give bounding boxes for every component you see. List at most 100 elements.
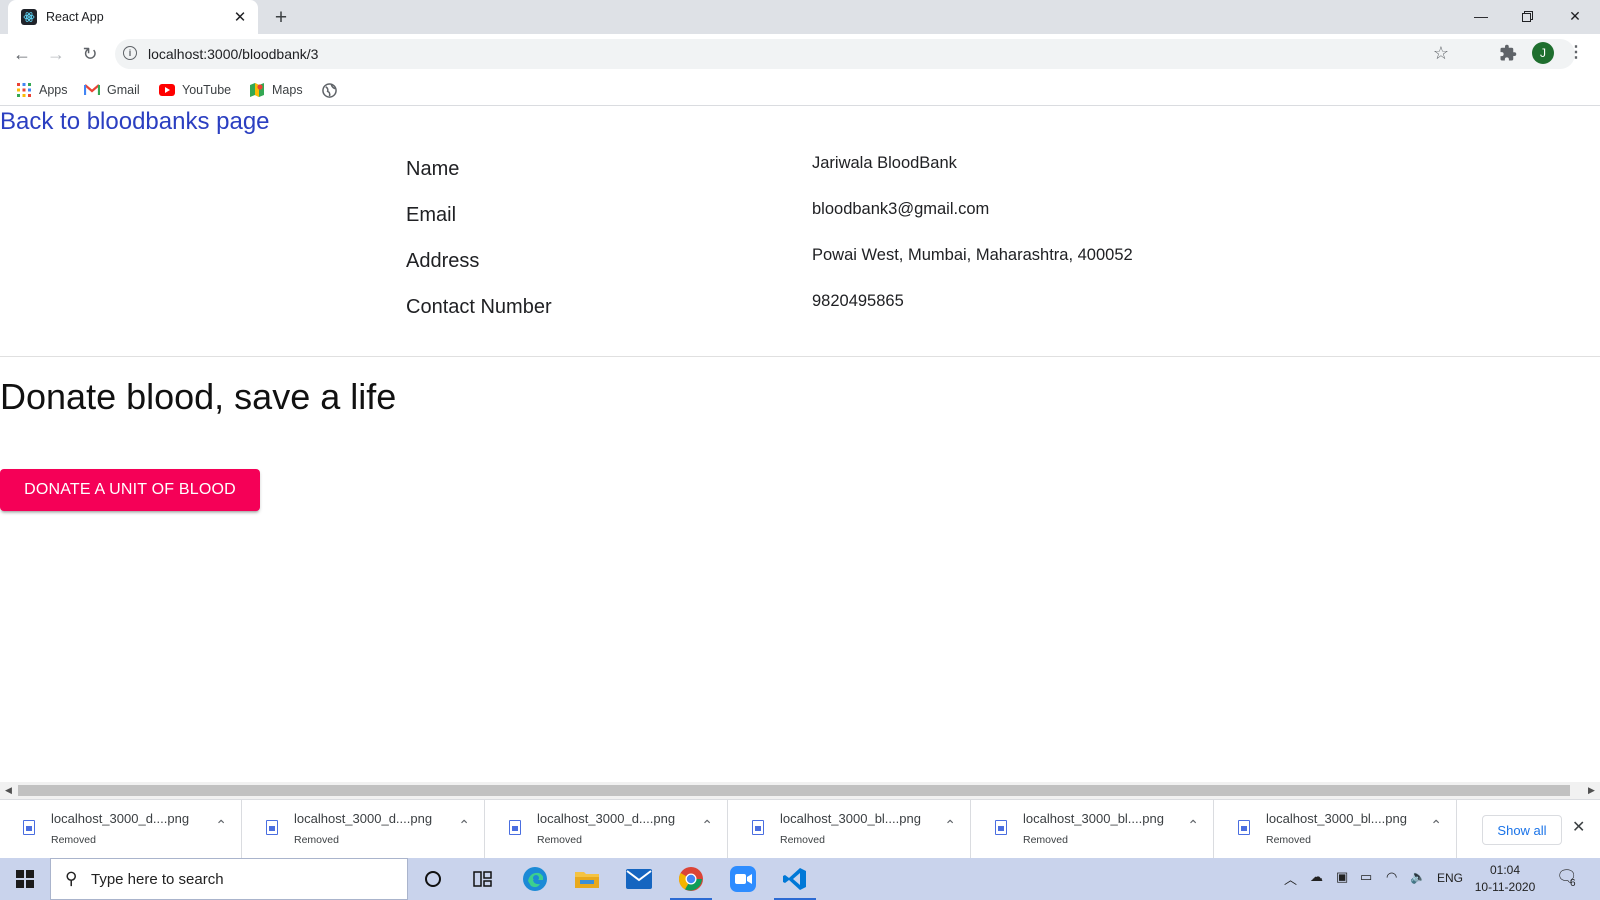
system-clock[interactable]: 01:04 10-11-2020 bbox=[1465, 862, 1545, 896]
bookmark-label: Gmail bbox=[107, 83, 140, 97]
clock-date: 10-11-2020 bbox=[1474, 880, 1536, 894]
show-all-downloads-button[interactable]: Show all bbox=[1482, 815, 1562, 845]
minimize-icon[interactable]: — bbox=[1458, 0, 1504, 32]
download-status: Removed bbox=[294, 834, 339, 846]
chevron-up-icon[interactable]: ⌃ bbox=[1187, 817, 1199, 834]
chevron-up-icon[interactable]: ⌃ bbox=[1430, 817, 1442, 834]
donate-blood-button[interactable]: DONATE A UNIT OF BLOOD bbox=[0, 469, 260, 511]
download-filename: localhost_3000_d....png bbox=[537, 811, 676, 826]
cortana-icon[interactable] bbox=[408, 858, 458, 900]
download-item[interactable]: localhost_3000_d....png Removed ⌃ bbox=[486, 800, 728, 858]
bookmark-apps[interactable]: Apps bbox=[16, 81, 68, 99]
detail-value: 9820495865 bbox=[812, 292, 904, 310]
new-tab-plus-icon[interactable]: + bbox=[268, 5, 294, 31]
download-filename: localhost_3000_bl....png bbox=[1023, 811, 1164, 826]
taskbar-search-input[interactable]: ⚲ Type here to search bbox=[50, 858, 408, 900]
menu-kebab-icon[interactable]: ⋮ bbox=[1568, 42, 1584, 62]
bookmarks-bar: Apps Gmail YouTube Maps bbox=[0, 74, 1600, 106]
restore-icon[interactable] bbox=[1504, 0, 1550, 32]
site-info-icon[interactable]: i bbox=[123, 46, 137, 60]
download-item[interactable]: localhost_3000_bl....png Removed ⌃ bbox=[1215, 800, 1457, 858]
file-explorer-icon[interactable] bbox=[562, 858, 612, 900]
bookmark-youtube[interactable]: YouTube bbox=[159, 81, 231, 99]
close-download-shelf-icon[interactable]: ✕ bbox=[1572, 817, 1585, 837]
window-close-icon[interactable]: ✕ bbox=[1552, 0, 1598, 32]
edge-browser-icon[interactable] bbox=[510, 858, 560, 900]
browser-tab[interactable]: React App ✕ bbox=[8, 0, 258, 34]
address-bar[interactable]: i localhost:3000/bloodbank/3 ☆ bbox=[115, 39, 1575, 69]
bookmark-gmail[interactable]: Gmail bbox=[84, 81, 140, 99]
zoom-icon[interactable] bbox=[718, 858, 768, 900]
chevron-up-icon[interactable]: ⌃ bbox=[458, 817, 470, 834]
windows-start-icon[interactable] bbox=[0, 858, 50, 900]
download-status: Removed bbox=[1266, 834, 1311, 846]
chrome-icon[interactable] bbox=[666, 858, 716, 900]
download-filename: localhost_3000_bl....png bbox=[1266, 811, 1407, 826]
detail-row-contact: Contact Number 9820495865 bbox=[406, 292, 1206, 332]
tab-strip: React App ✕ + — ✕ bbox=[0, 0, 1600, 34]
youtube-icon bbox=[159, 82, 175, 98]
gmail-icon bbox=[84, 82, 100, 98]
tab-title: React App bbox=[46, 10, 104, 24]
detail-row-name: Name Jariwala BloodBank bbox=[406, 154, 1206, 194]
tab-close-icon[interactable]: ✕ bbox=[230, 7, 250, 27]
detail-row-address: Address Powai West, Mumbai, Maharashtra,… bbox=[406, 246, 1206, 286]
download-item[interactable]: localhost_3000_bl....png Removed ⌃ bbox=[972, 800, 1214, 858]
section-divider bbox=[0, 356, 1600, 357]
battery-icon[interactable]: ▭ bbox=[1360, 869, 1372, 885]
cloud-sync-icon[interactable]: ☁ bbox=[1310, 869, 1323, 885]
file-icon bbox=[509, 820, 521, 835]
extensions-puzzle-icon[interactable] bbox=[1499, 44, 1517, 62]
wifi-icon[interactable]: ◠ bbox=[1386, 869, 1397, 885]
detail-label: Contact Number bbox=[406, 296, 552, 318]
download-status: Removed bbox=[537, 834, 582, 846]
search-placeholder: Type here to search bbox=[91, 871, 224, 888]
device-icon[interactable]: ▣ bbox=[1336, 869, 1348, 885]
chevron-up-icon[interactable]: ⌃ bbox=[215, 817, 227, 834]
horizontal-scrollbar[interactable]: ◀ ▶ bbox=[0, 782, 1600, 799]
reload-icon[interactable]: ↻ bbox=[76, 40, 104, 68]
detail-value: Jariwala BloodBank bbox=[812, 154, 957, 172]
chevron-up-icon[interactable]: ⌃ bbox=[944, 817, 956, 834]
detail-row-email: Email bloodbank3@gmail.com bbox=[406, 200, 1206, 240]
file-icon bbox=[23, 820, 35, 835]
back-to-bloodbanks-link[interactable]: Back to bloodbanks page bbox=[0, 108, 270, 136]
clock-time: 01:04 bbox=[1489, 863, 1521, 877]
download-status: Removed bbox=[51, 834, 96, 846]
back-arrow-icon[interactable]: ← bbox=[8, 40, 36, 68]
download-item[interactable]: localhost_3000_d....png Removed ⌃ bbox=[243, 800, 485, 858]
forward-arrow-icon[interactable]: → bbox=[42, 40, 70, 68]
vscode-icon[interactable] bbox=[770, 858, 820, 900]
bookmark-globe[interactable] bbox=[321, 81, 344, 99]
file-icon bbox=[995, 820, 1007, 835]
search-icon: ⚲ bbox=[65, 869, 78, 888]
maps-icon bbox=[249, 82, 265, 98]
bookmark-label: YouTube bbox=[182, 83, 232, 97]
language-indicator[interactable]: ENG bbox=[1437, 871, 1463, 885]
bookmark-label: Maps bbox=[272, 83, 303, 97]
react-favicon-icon bbox=[21, 9, 37, 25]
bookmark-star-icon[interactable]: ☆ bbox=[1433, 43, 1449, 64]
url-text[interactable]: localhost:3000/bloodbank/3 bbox=[148, 46, 318, 62]
profile-avatar[interactable]: J bbox=[1532, 42, 1554, 64]
download-item[interactable]: localhost_3000_d....png Removed ⌃ bbox=[0, 800, 242, 858]
download-filename: localhost_3000_bl....png bbox=[780, 811, 921, 826]
scrollbar-thumb[interactable] bbox=[18, 785, 1570, 796]
scroll-left-arrow-icon[interactable]: ◀ bbox=[0, 782, 17, 799]
windows-taskbar: ⚲ Type here to search ︿ ☁ ▣ ▭ ◠ 🔈 ENG 01… bbox=[0, 858, 1600, 900]
volume-icon[interactable]: 🔈 bbox=[1410, 869, 1426, 885]
chevron-up-icon[interactable]: ⌃ bbox=[701, 817, 713, 834]
download-status: Removed bbox=[1023, 834, 1068, 846]
download-filename: localhost_3000_d....png bbox=[51, 811, 190, 826]
globe-icon bbox=[321, 82, 337, 98]
apps-grid-icon bbox=[16, 82, 32, 98]
bookmark-maps[interactable]: Maps bbox=[249, 81, 303, 99]
task-view-icon[interactable] bbox=[458, 858, 508, 900]
scroll-right-arrow-icon[interactable]: ▶ bbox=[1583, 782, 1600, 799]
detail-value: bloodbank3@gmail.com bbox=[812, 200, 990, 218]
download-item[interactable]: localhost_3000_bl....png Removed ⌃ bbox=[729, 800, 971, 858]
page-content: Back to bloodbanks page Name Jariwala Bl… bbox=[0, 106, 1600, 781]
detail-value: Powai West, Mumbai, Maharashtra, 400052 bbox=[812, 246, 1133, 264]
mail-icon[interactable] bbox=[614, 858, 664, 900]
tray-expand-chevron-icon[interactable]: ︿ bbox=[1284, 869, 1297, 888]
